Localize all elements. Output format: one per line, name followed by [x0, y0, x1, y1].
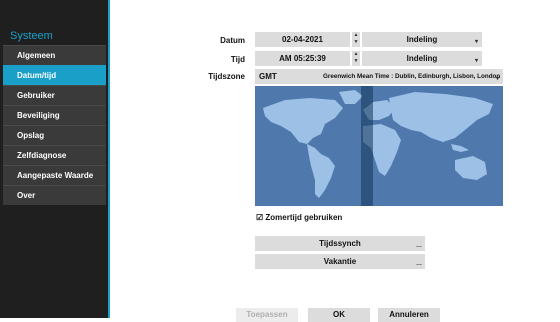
time-input[interactable]: AM 05:25:39 — [255, 51, 350, 66]
checkbox-checked-icon[interactable]: ☑ — [256, 213, 263, 222]
time-format-value: Indeling — [406, 54, 438, 63]
world-map-graphic — [255, 86, 503, 206]
sidebar-item-opslag[interactable]: Opslag — [3, 125, 106, 145]
dst-checkbox-row[interactable]: ☑ Zomertijd gebruiken — [256, 213, 342, 222]
timezone-label: Tijdszone — [208, 72, 245, 81]
timezone-select[interactable]: GMT Greenwich Mean Time : Dublin, Edinbu… — [255, 69, 503, 84]
time-format-select[interactable]: Indeling ▾ — [362, 51, 482, 66]
dropdown-arrow-icon: ▾ — [495, 76, 499, 82]
sidebar-item-beveiliging[interactable]: Beveiliging — [3, 105, 106, 125]
holiday-button[interactable]: Vakantie … — [255, 254, 425, 269]
sidebar-item-datum-tijd[interactable]: Datum/tijd — [3, 65, 106, 85]
holiday-label: Vakantie — [323, 257, 357, 266]
ok-button[interactable]: OK — [308, 308, 370, 322]
cancel-button[interactable]: Annuleren — [378, 308, 440, 322]
dropdown-arrow-icon: ▾ — [474, 39, 478, 45]
spin-up-icon[interactable]: ▲ — [352, 51, 360, 58]
sidebar-item-zelfdiagnose[interactable]: Zelfdiagnose — [3, 145, 106, 165]
more-icon: … — [416, 243, 422, 249]
world-map[interactable] — [255, 86, 503, 206]
sidebar-item-aangepaste-waarde[interactable]: Aangepaste Waarde — [3, 165, 106, 185]
date-format-select[interactable]: Indeling ▾ — [362, 32, 482, 47]
sidebar-title: Systeem — [10, 30, 53, 42]
sidebar: Systeem Algemeen Datum/tijd Gebruiker Be… — [0, 0, 108, 318]
sidebar-item-over[interactable]: Over — [3, 185, 106, 205]
date-label: Datum — [220, 36, 245, 45]
sidebar-item-gebruiker[interactable]: Gebruiker — [3, 85, 106, 105]
apply-button[interactable]: Toepassen — [236, 308, 298, 322]
more-icon: … — [416, 261, 422, 267]
time-sync-label: Tijdssynch — [319, 239, 361, 248]
timezone-name: Greenwich Mean Time : Dublin, Edinburgh,… — [323, 73, 501, 80]
spin-up-icon[interactable]: ▲ — [352, 32, 360, 39]
spin-down-icon[interactable]: ▼ — [352, 39, 360, 46]
dst-label: Zomertijd gebruiken — [265, 213, 343, 222]
time-spinner[interactable]: ▲ ▼ — [352, 51, 360, 66]
date-spinner[interactable]: ▲ ▼ — [352, 32, 360, 47]
date-format-value: Indeling — [406, 35, 438, 44]
time-sync-button[interactable]: Tijdssynch … — [255, 236, 425, 251]
sidebar-divider — [108, 0, 110, 318]
date-input[interactable]: 02-04-2021 — [255, 32, 350, 47]
time-label: Tijd — [230, 55, 245, 64]
spin-down-icon[interactable]: ▼ — [352, 58, 360, 65]
timezone-code: GMT — [259, 72, 277, 81]
sidebar-item-algemeen[interactable]: Algemeen — [3, 45, 106, 65]
dropdown-arrow-icon: ▾ — [474, 58, 478, 64]
